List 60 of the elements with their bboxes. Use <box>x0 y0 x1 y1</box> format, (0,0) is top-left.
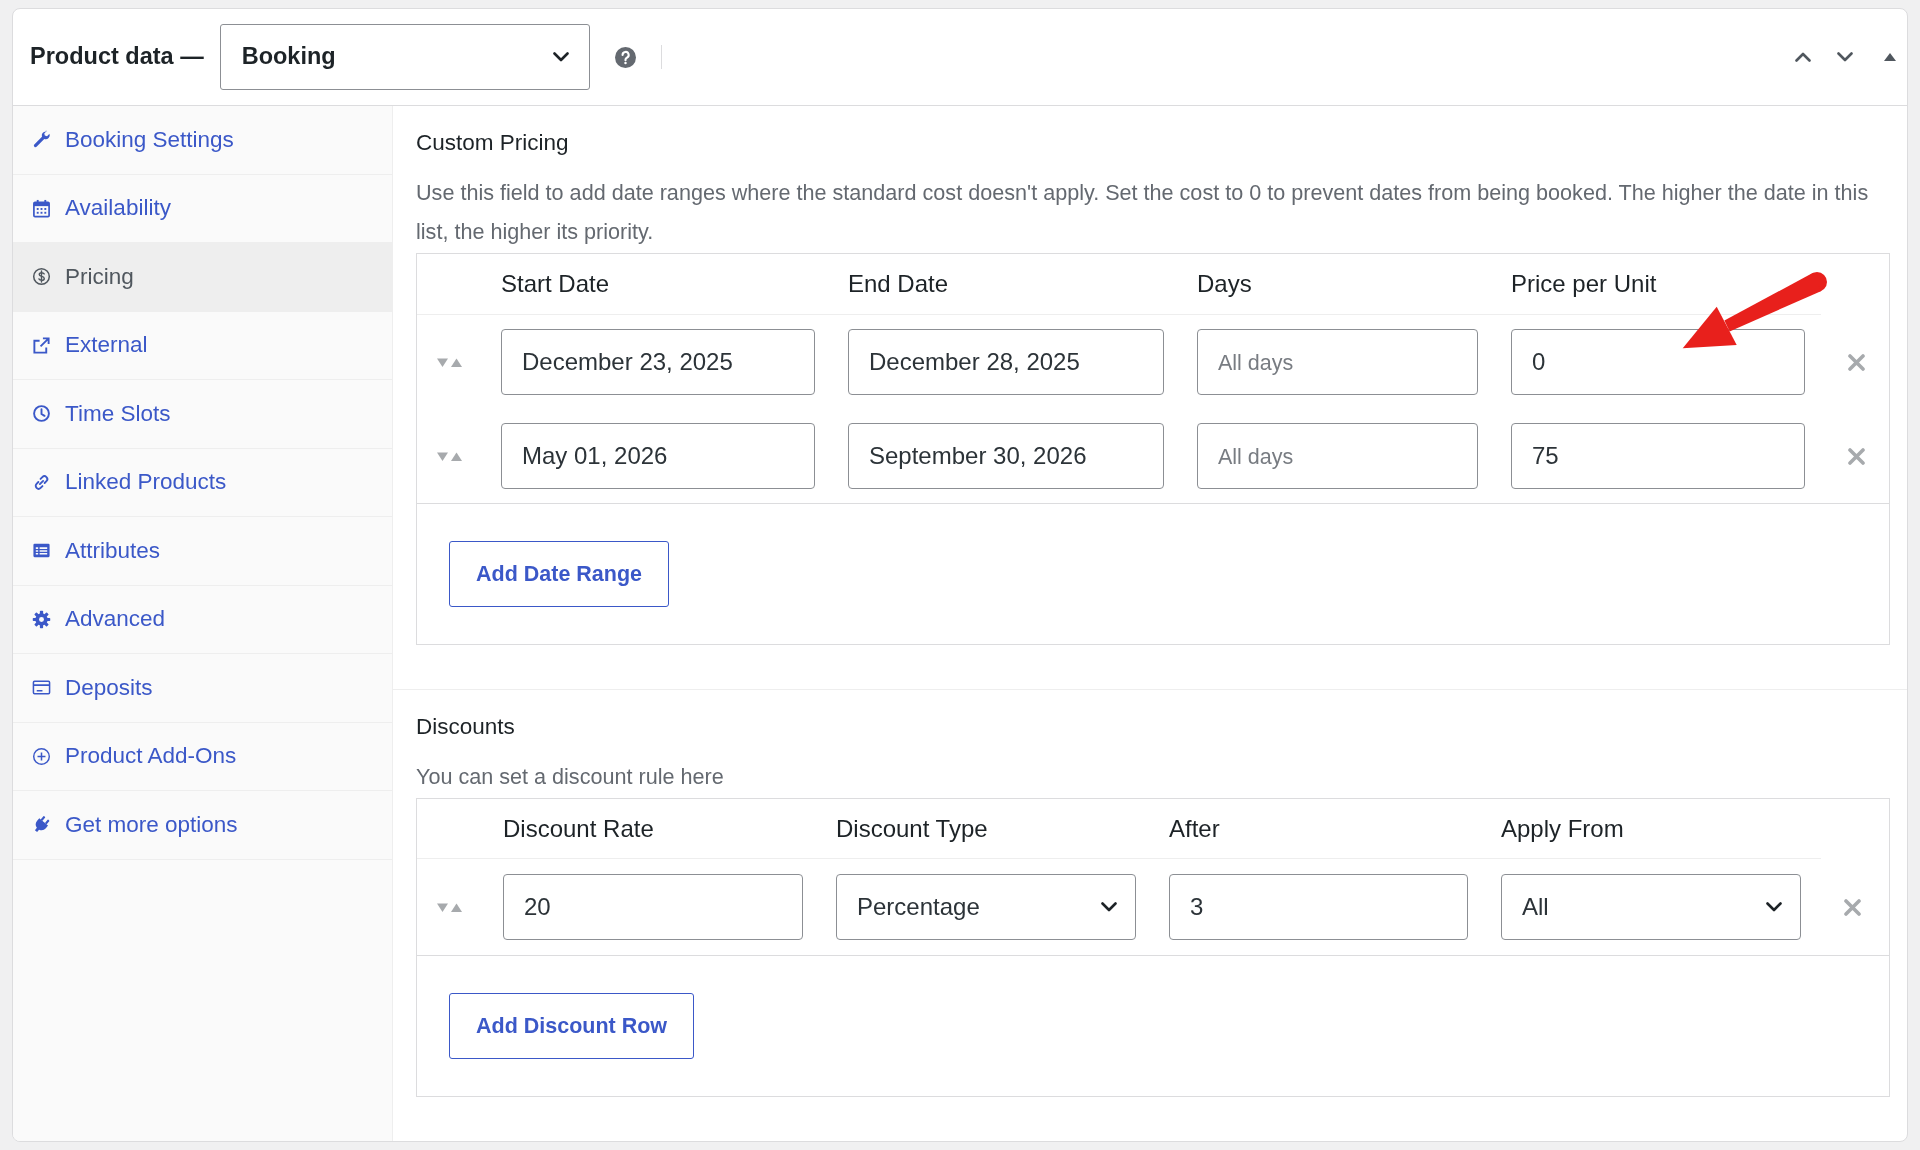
input-field[interactable]: 3 <box>1169 874 1468 940</box>
calendar-icon <box>32 198 51 218</box>
column-header: Discount Rate <box>503 813 655 844</box>
chevron-down-icon <box>552 52 569 62</box>
column-header: Price per Unit <box>1511 269 1658 299</box>
close-icon[interactable] <box>1848 447 1865 465</box>
sidebar-tab[interactable]: Booking Settings <box>13 106 392 175</box>
section-title: Discounts <box>416 713 516 741</box>
input-field[interactable]: 75 <box>1511 423 1805 489</box>
dropdown[interactable]: All <box>1501 874 1801 940</box>
chevron-up-icon[interactable] <box>1795 52 1811 62</box>
panel-title: Product data — <box>30 42 204 72</box>
column-header: Start Date <box>501 269 611 299</box>
chevron-down-icon[interactable] <box>1837 52 1853 62</box>
section-description: You can set a discount rule here <box>416 763 725 791</box>
wrench-icon <box>32 130 51 150</box>
sidebar-tab[interactable]: Pricing <box>13 243 392 312</box>
sort-arrows-icon[interactable] <box>437 356 463 368</box>
sidebar-tab[interactable]: Get more options <box>13 791 392 860</box>
input-field[interactable]: December 28, 2025 <box>848 329 1164 395</box>
chevron-down-icon <box>1766 902 1782 912</box>
column-header: Days <box>1197 269 1253 299</box>
gear-icon <box>32 609 51 629</box>
input-field[interactable]: May 01, 2026 <box>501 423 815 489</box>
column-header: Discount Type <box>836 813 989 844</box>
input-field[interactable]: September 30, 2026 <box>848 423 1164 489</box>
sidebar-tab[interactable]: Product Add-Ons <box>13 722 392 791</box>
column-header: After <box>1169 813 1221 844</box>
arrow-icon <box>1682 271 1828 350</box>
plus-circle-icon <box>32 746 51 766</box>
triangle-up-icon[interactable] <box>1884 53 1896 61</box>
clock-icon <box>32 404 51 424</box>
dropdown[interactable]: Percentage <box>836 874 1136 940</box>
section-description: Use this field to add date ranges where the standard cost doesn't apply. Set the cost to 0 to prevent dates from being booked. The higher the date in this list, the higher its priority. <box>416 179 1870 246</box>
column-header: Apply From <box>1501 813 1625 844</box>
close-icon[interactable] <box>1848 353 1865 371</box>
input-field[interactable]: All days <box>1197 329 1478 395</box>
sort-arrows-icon[interactable] <box>437 901 463 913</box>
column-header: End Date <box>848 269 950 299</box>
product-type-dropdown[interactable]: Booking <box>219 24 590 90</box>
external-link-icon <box>32 335 51 355</box>
help-icon[interactable] <box>614 46 636 68</box>
input-field[interactable]: 0 <box>1511 329 1805 395</box>
add-row-button[interactable]: Add Date Range <box>449 541 670 607</box>
chevron-down-icon <box>1101 902 1117 912</box>
section-title: Custom Pricing <box>416 129 570 157</box>
sort-arrows-icon[interactable] <box>437 450 463 462</box>
sidebar-tab[interactable]: External <box>13 311 392 380</box>
sidebar-tab[interactable]: Deposits <box>13 654 392 723</box>
sidebar-tab[interactable]: Linked Products <box>13 448 392 517</box>
sidebar-tab[interactable]: Attributes <box>13 517 392 586</box>
sidebar-tab[interactable]: Advanced <box>13 585 392 654</box>
sidebar-tab[interactable]: Time Slots <box>13 380 392 449</box>
close-icon[interactable] <box>1844 898 1861 916</box>
dollar-icon <box>32 267 51 287</box>
link-icon <box>32 472 51 492</box>
add-row-button[interactable]: Add Discount Row <box>449 993 695 1059</box>
input-field[interactable]: All days <box>1197 423 1478 489</box>
input-field[interactable]: December 23, 2025 <box>501 329 815 395</box>
input-field[interactable]: 20 <box>503 874 803 940</box>
